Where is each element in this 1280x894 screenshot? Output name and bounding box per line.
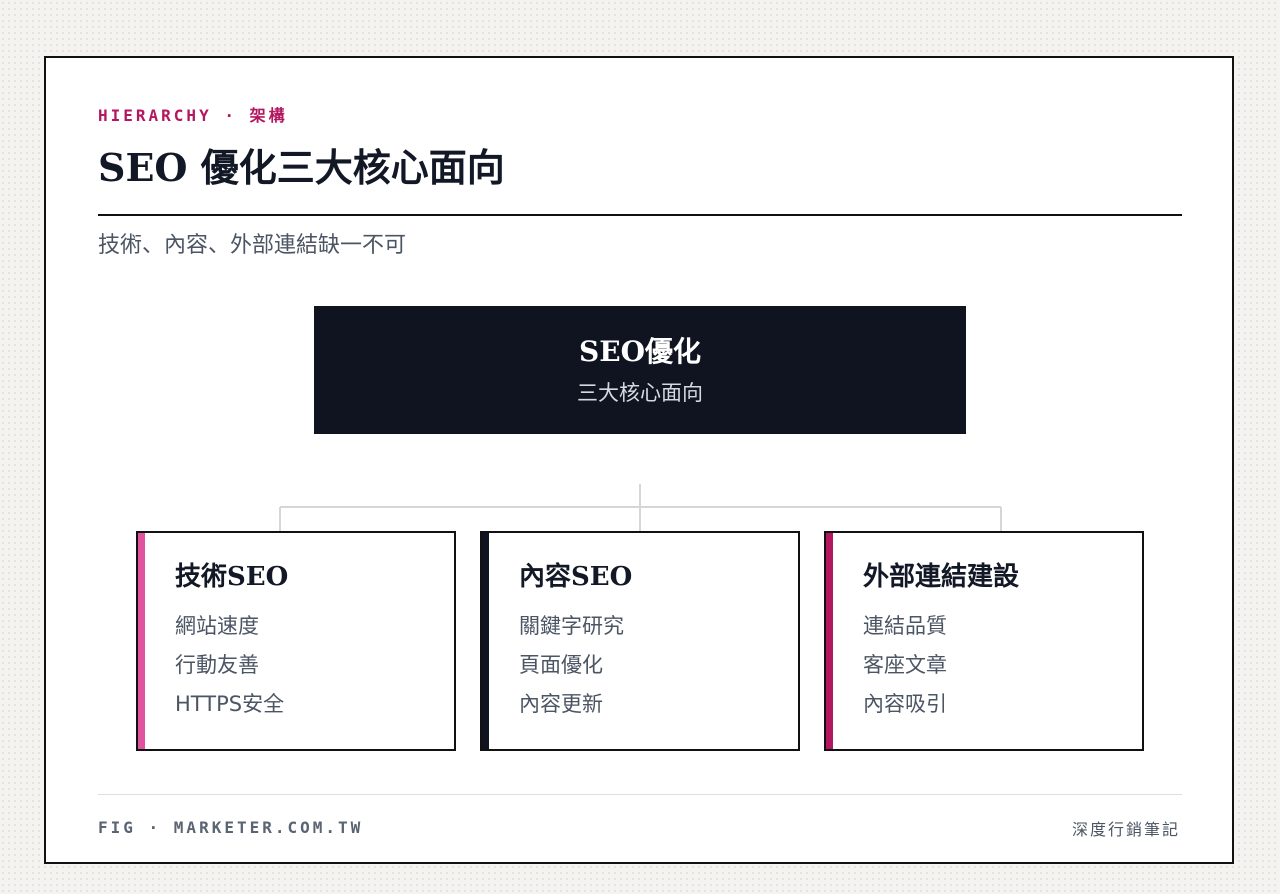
figure-card: HIERARCHY · 架構 SEO 優化三大核心面向 技術、內容、外部連結缺一… (44, 56, 1234, 864)
node-item: HTTPS安全 (175, 692, 285, 716)
node-item: 連結品質 (863, 614, 947, 638)
root-node: SEO優化 三大核心面向 (314, 306, 966, 434)
node-item: 行動友善 (175, 653, 259, 677)
child-node-link-building: 外部連結建設 連結品質 客座文章 內容吸引 (824, 531, 1144, 751)
section-eyebrow: HIERARCHY · 架構 (98, 106, 288, 125)
page-title: SEO 優化三大核心面向 (98, 145, 505, 190)
node-item: 頁面優化 (519, 653, 603, 677)
footer-divider (98, 794, 1182, 795)
node-item: 內容更新 (519, 692, 603, 716)
node-title: 內容SEO (519, 562, 633, 592)
node-accent-bar (482, 533, 489, 749)
node-item-list: 網站速度 行動友善 HTTPS安全 (175, 607, 284, 724)
node-item: 網站速度 (175, 614, 259, 638)
page-subtitle: 技術、內容、外部連結缺一不可 (98, 233, 407, 258)
child-node-technical-seo: 技術SEO 網站速度 行動友善 HTTPS安全 (136, 531, 456, 751)
child-node-content-seo: 內容SEO 關鍵字研究 頁面優化 內容更新 (480, 531, 800, 751)
root-node-title: SEO優化 (579, 335, 701, 368)
node-item-list: 連結品質 客座文章 內容吸引 (863, 607, 947, 724)
publication-name: 深度行銷筆記 (1071, 820, 1180, 839)
node-accent-bar (138, 533, 145, 749)
node-item: 關鍵字研究 (519, 614, 624, 638)
node-accent-bar (826, 533, 833, 749)
node-item-list: 關鍵字研究 頁面優化 內容更新 (519, 607, 624, 724)
root-node-subtitle: 三大核心面向 (577, 381, 703, 405)
title-divider (98, 214, 1182, 216)
node-title: 外部連結建設 (863, 562, 1020, 592)
node-item: 客座文章 (863, 653, 947, 677)
node-item: 內容吸引 (863, 692, 947, 716)
figure-source: FIG · MARKETER.COM.TW (98, 818, 364, 837)
node-title: 技術SEO (175, 562, 289, 592)
